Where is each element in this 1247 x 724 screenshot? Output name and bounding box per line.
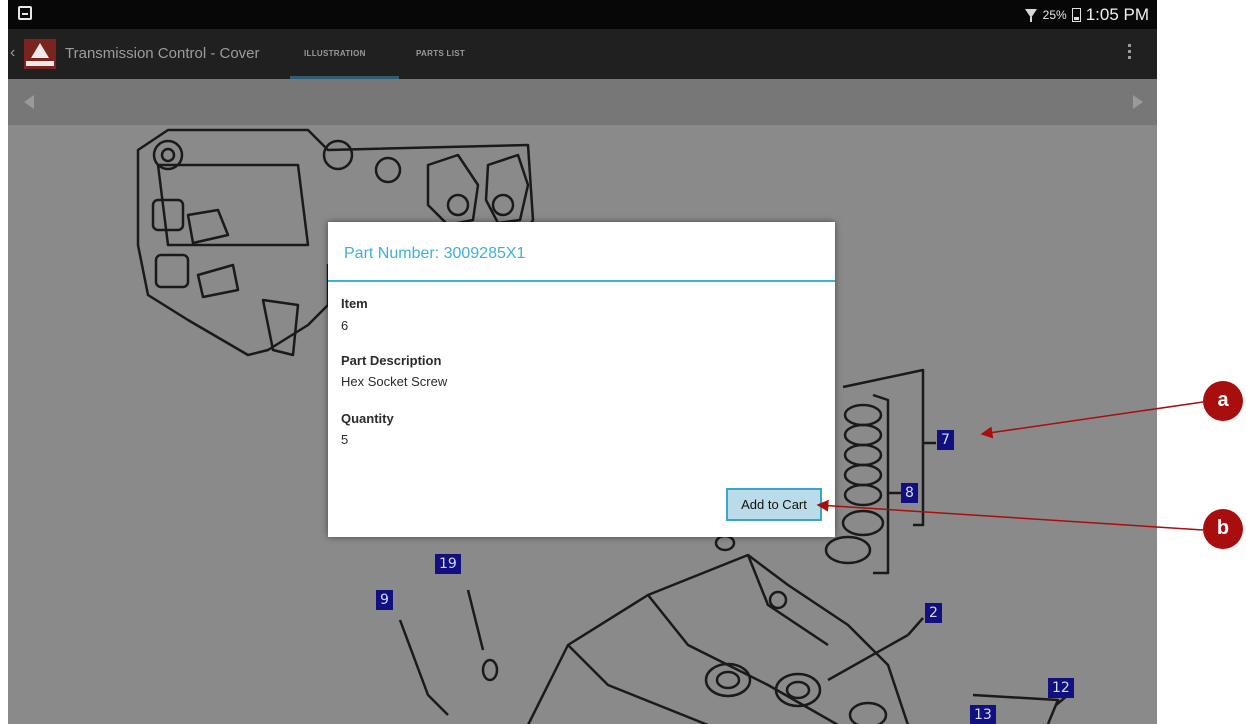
annotation-label-b: b <box>1203 509 1243 549</box>
part-description-value: Hex Socket Screw <box>341 374 448 389</box>
screen-title: Transmission Control - Cover <box>65 45 260 62</box>
pager-bar <box>8 79 1157 125</box>
battery-percent: 25% <box>1042 8 1067 22</box>
brand-logo-icon <box>24 39 56 69</box>
add-to-cart-button[interactable]: Add to Cart <box>726 488 822 521</box>
part-detail-dialog: Part Number: 3009285X1 Item 6 Part Descr… <box>328 222 835 537</box>
item-label: Item <box>341 296 368 311</box>
dialog-divider <box>328 280 835 282</box>
callout-label[interactable]: 9 <box>376 590 393 610</box>
dialog-title: Part Number: 3009285X1 <box>344 245 526 262</box>
status-bar: 25% 1:05 PM <box>8 0 1157 29</box>
callout-label[interactable]: 7 <box>937 430 954 450</box>
tablet-screen: 25% 1:05 PM ‹ Transmission Control - Cov… <box>8 0 1157 724</box>
next-arrow-icon[interactable] <box>1133 95 1143 109</box>
quantity-label: Quantity <box>341 411 394 426</box>
screenshot-icon <box>18 6 32 20</box>
item-value: 6 <box>341 318 349 333</box>
tab-illustration[interactable]: ILLUSTRATION <box>304 49 366 58</box>
wifi-icon <box>1024 8 1038 22</box>
callout-label[interactable]: 13 <box>970 705 996 724</box>
callout-label[interactable]: 19 <box>435 554 461 574</box>
battery-icon <box>1071 8 1081 22</box>
back-chevron-icon[interactable]: ‹ <box>10 44 15 62</box>
prev-arrow-icon[interactable] <box>24 95 34 109</box>
callout-label[interactable]: 8 <box>901 483 918 503</box>
status-indicators: 25% 1:05 PM <box>1024 5 1149 25</box>
quantity-value: 5 <box>341 432 349 447</box>
status-time: 1:05 PM <box>1085 5 1149 24</box>
callout-label[interactable]: 12 <box>1048 678 1074 698</box>
part-description-label: Part Description <box>341 353 442 368</box>
callout-label[interactable]: 2 <box>925 603 942 623</box>
tab-parts-list[interactable]: PARTS LIST <box>416 49 465 58</box>
annotation-label-a: a <box>1203 381 1243 421</box>
action-bar: ‹ Transmission Control - Cover ILLUSTRAT… <box>8 29 1157 79</box>
overflow-menu-icon[interactable] <box>1128 44 1132 59</box>
